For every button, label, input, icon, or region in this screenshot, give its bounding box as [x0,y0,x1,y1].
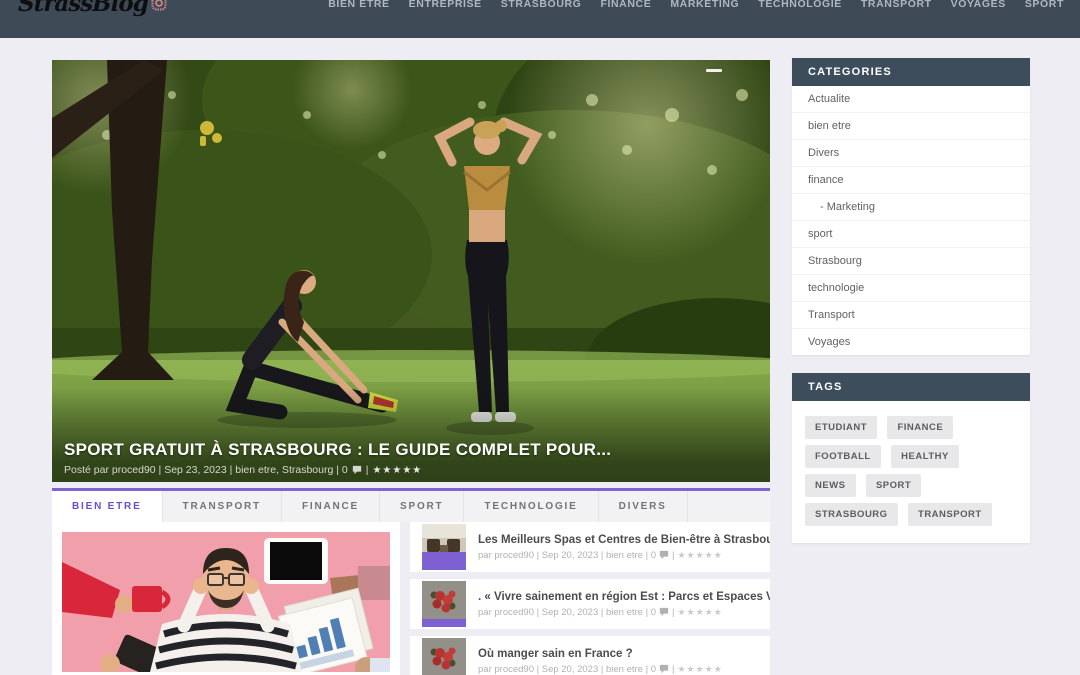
comment-count-icon [659,664,669,674]
category-item-sport[interactable]: sport [792,221,1030,248]
tag-cloud: ETUDIANT FINANCE FOOTBALL HEALTHY NEWS S… [792,401,1030,543]
article-meta-text: par proced90 | Sep 20, 2023 | bien etre … [478,664,656,675]
hero-meta-text: Posté par proced90 | Sep 23, 2023 | bien… [64,464,348,476]
categories-panel: CATEGORIES Actualite bien etre Divers fi… [792,58,1030,355]
tab-technologie[interactable]: TECHNOLOGIE [464,491,598,522]
category-item-bien-etre[interactable]: bien etre [792,113,1030,140]
article-meta: par proced90 | Sep 20, 2023 | bien etre … [478,664,723,675]
nav-item-transport[interactable]: TRANSPORT [861,0,932,10]
category-tabs: BIEN ETRE TRANSPORT FINANCE SPORT TECHNO… [52,488,770,522]
hero-caption: SPORT GRATUIT À STRASBOURG : LE GUIDE CO… [64,439,758,476]
article-meta: par proced90 | Sep 20, 2023 | bien etre … [478,550,770,561]
comment-count-icon [352,465,362,475]
nav-item-finance[interactable]: FINANCE [600,0,651,10]
featured-post-image [62,532,390,672]
nav-item-entreprise[interactable]: ENTREPRISE [409,0,482,10]
logo-instagram-icon [151,0,167,11]
category-item-technologie[interactable]: technologie [792,275,1030,302]
category-item-marketing[interactable]: - Marketing [792,194,1030,221]
meta-separator: | [672,607,674,618]
article-thumbnail-spa[interactable] [422,524,466,570]
site-logo-text: StrassBlog [18,0,148,15]
rating-stars: ★★★★★ [372,465,422,476]
article-row[interactable]: Les Meilleurs Spas et Centres de Bien-êt… [410,522,770,572]
article-row[interactable]: Où manger sain en France ? par proced90 … [410,636,770,675]
category-item-strasbourg[interactable]: Strasbourg [792,248,1030,275]
tag-finance[interactable]: FINANCE [887,416,953,439]
featured-post-card[interactable] [52,522,400,675]
top-header: StrassBlog BIEN ETRE ENTREPRISE STRASBOU… [0,0,1080,38]
tab-finance[interactable]: FINANCE [282,491,380,522]
category-item-divers[interactable]: Divers [792,140,1030,167]
slider-indicator[interactable] [706,69,722,72]
article-meta: par proced90 | Sep 20, 2023 | bien etre … [478,607,770,618]
category-item-finance[interactable]: finance [792,167,1030,194]
category-item-transport[interactable]: Transport [792,302,1030,329]
comment-count-icon [659,607,669,617]
article-title[interactable]: Les Meilleurs Spas et Centres de Bien-êt… [478,534,770,547]
article-list: Les Meilleurs Spas et Centres de Bien-êt… [410,522,770,675]
category-item-voyages[interactable]: Voyages [792,329,1030,355]
article-thumbnail-fruits[interactable] [422,638,466,675]
tag-football[interactable]: FOOTBALL [805,445,881,468]
tab-sport[interactable]: SPORT [380,491,464,522]
main-nav: BIEN ETRE ENTREPRISE STRASBOURG FINANCE … [328,0,1064,10]
tag-news[interactable]: NEWS [805,474,856,497]
article-meta-text: par proced90 | Sep 20, 2023 | bien etre … [478,550,656,561]
hero-post-meta: Posté par proced90 | Sep 23, 2023 | bien… [64,464,758,476]
tag-healthy[interactable]: HEALTHY [891,445,959,468]
category-item-actualite[interactable]: Actualite [792,86,1030,113]
rating-stars: ★★★★★ [677,550,722,561]
sidebar: CATEGORIES Actualite bien etre Divers fi… [792,58,1030,561]
article-meta-text: par proced90 | Sep 20, 2023 | bien etre … [478,607,656,618]
tag-strasbourg[interactable]: STRASBOURG [805,503,898,526]
tab-divers[interactable]: DIVERS [599,491,688,522]
tab-bien-etre[interactable]: BIEN ETRE [52,491,163,522]
nav-item-strasbourg[interactable]: STRASBOURG [501,0,582,10]
categories-panel-title: CATEGORIES [792,58,1030,86]
meta-separator: | [366,464,369,476]
nav-item-technologie[interactable]: TECHNOLOGIE [758,0,842,10]
article-title[interactable]: . « Vivre sainement en région Est : Parc… [478,591,770,604]
tag-transport[interactable]: TRANSPORT [908,503,992,526]
categories-list: Actualite bien etre Divers finance - Mar… [792,86,1030,355]
meta-separator: | [672,550,674,561]
hero-slide[interactable]: SPORT GRATUIT À STRASBOURG : LE GUIDE CO… [52,60,770,482]
site-logo[interactable]: StrassBlog [18,0,167,15]
tag-etudiant[interactable]: ETUDIANT [805,416,877,439]
article-thumbnail-fruits[interactable] [422,581,466,627]
tags-panel: TAGS ETUDIANT FINANCE FOOTBALL HEALTHY N… [792,373,1030,543]
nav-item-voyages[interactable]: VOYAGES [951,0,1006,10]
comment-count-icon [659,550,669,560]
article-row[interactable]: . « Vivre sainement en région Est : Parc… [410,579,770,629]
rating-stars: ★★★★★ [677,664,722,675]
tab-transport[interactable]: TRANSPORT [163,491,282,522]
meta-separator: | [672,664,674,675]
rating-stars: ★★★★★ [677,607,722,618]
hero-post-title[interactable]: SPORT GRATUIT À STRASBOURG : LE GUIDE CO… [64,439,758,461]
nav-item-sport[interactable]: SPORT [1025,0,1064,10]
article-title[interactable]: Où manger sain en France ? [478,648,723,661]
tags-panel-title: TAGS [792,373,1030,401]
nav-item-bien-etre[interactable]: BIEN ETRE [328,0,389,10]
tag-sport[interactable]: SPORT [866,474,921,497]
nav-item-marketing[interactable]: MARKETING [670,0,739,10]
